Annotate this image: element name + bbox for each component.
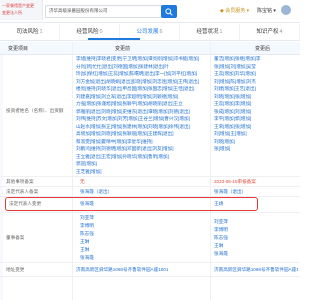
list-item: 王琳	[80, 247, 90, 252]
list-item: 王琳	[214, 243, 224, 248]
chevron-down-icon: ▾	[246, 8, 250, 14]
list-item: 张海霞	[80, 255, 94, 260]
list-item: 郭迎[增加]	[76, 161, 97, 166]
vip-label: 会员服务	[225, 8, 246, 14]
tab-operating-status[interactable]: 经营状况1	[180, 24, 240, 40]
row-divider	[0, 212, 300, 213]
tab-label: 公司发展	[136, 29, 159, 35]
list-item: 高增加[增加]刘晓[增加]张颖丽[增加]王建辉[退出]	[76, 131, 174, 136]
list-item: 刘晓[增加]张[增加]	[214, 93, 252, 99]
other-after: 2023-05-15审核备案	[214, 179, 256, 184]
row-divider	[0, 276, 300, 277]
left-strip	[0, 54, 3, 300]
list-item: 刘[增加]王[增加]	[214, 131, 247, 136]
avatar[interactable]	[281, 5, 291, 15]
column-header: 变更后	[255, 46, 271, 52]
search-input[interactable]: 济华高级泉墓园股份有限公司	[45, 5, 162, 18]
chevron-down-icon: ▾	[273, 8, 276, 14]
row-label-legal-filing: 法定代表人备案	[6, 189, 39, 194]
list-item: 李旭[维持]李晓君[变更]宁卫明[增加]谭亮刚[增加]邓书能[增加]	[76, 56, 200, 61]
list-item: 陈志强	[214, 235, 228, 240]
legal-change-before[interactable]: 张海霞	[80, 200, 94, 208]
user-name: 陈宝铭	[257, 8, 273, 14]
row-divider	[0, 262, 300, 263]
legal-filing-before[interactable]: 张海霞（退出）	[80, 188, 112, 196]
row-label-investor: 投资者姓名（名称）、出资额	[6, 108, 64, 113]
search-icon	[165, 8, 173, 16]
list-item: 董洁[增加]张继[增加]李	[214, 56, 261, 61]
tab-count: 1	[39, 29, 43, 35]
list-item: 山赵水[增加]张正[增加]张建林[增加]刘晓[增加]徐伟[退出]	[76, 123, 190, 129]
list-item: 刘建[增加]王艺[退出]	[214, 86, 256, 91]
list-item: 刘方金加[退出]胡晓娟[退出]彭晓[增加]刘忠连[增加]王伟[退出]	[76, 78, 200, 84]
tab-label: 司法风险	[16, 29, 39, 35]
list-item: 郭雅丽[退出]刘晓[增加]史维东[退出]谭晓[增加]刘德[退出]	[76, 108, 190, 114]
list-item: 刘[增加]陈[增加]刘杰	[214, 78, 256, 84]
list-item: 王蕊[增加]李[增加]	[214, 101, 252, 106]
list-item: 力强[增加]张谨旭[增加]张颖平[增加]胡晓丽[退出]王立	[76, 101, 183, 106]
vip-service-link[interactable]: ◆ 会员服务 ▾	[220, 7, 249, 14]
list-item: 刘建嘉[增加]刘立军[退出]李超明[增加]刘颖德[增加]	[76, 93, 179, 99]
tab-label: 经营状况	[196, 29, 219, 35]
address-after: 济南高新区舜华路1068号齐鲁软件园A座1001	[214, 267, 298, 272]
tab-intellectual-property[interactable]: 知识产权4	[240, 24, 300, 40]
row-divider	[0, 176, 300, 177]
diamond-icon: ◆	[220, 8, 224, 14]
list-item: 刘晓[增加]	[214, 138, 235, 144]
investor-after-list: 董洁[增加]张继[增加]李 张[增加]刘[增加]吴莹 王蕊[增加]刘华[增加] 刘[增…	[214, 55, 298, 153]
list-item: 张[增加]	[214, 146, 231, 151]
list-item: 王荣[增加]张[增加]	[214, 123, 252, 129]
notice-line-1: 一家餐馆是产变更	[2, 3, 34, 8]
notice-line-2: 变更法人所	[2, 10, 22, 15]
tab-count: 0	[99, 29, 103, 35]
tab-bar: 司法风险1 经营风险0 公司发展6 经营状况1 知识产权4	[0, 24, 300, 41]
legal-filing-after[interactable]: 张海霞（退出）	[214, 188, 246, 196]
active-tab-indicator	[88, 38, 140, 40]
list-item: 张海霞	[214, 251, 228, 256]
list-item: 蔡淑雯[增加]霍晴中[增加]李星华[维持]	[76, 138, 153, 144]
list-item: 刘伟[维持]苏文[增加]刘芳[增加]王谷兰[增加]曹兴汉[增加]	[76, 116, 190, 121]
list-item: 王芝雅[增加]	[76, 168, 102, 174]
list-item: 玲[加]保红[增加]王蕊[增加]陈曙明[退出]李一[加]刘平红[增加]	[76, 71, 197, 76]
list-item: 分肖[新]忙忙[退出]刘德国[增加]张建林[退出]叶	[76, 63, 169, 69]
tab-label: 经营风险	[76, 29, 99, 35]
investor-before-list: 李旭[维持]李晓君[变更]宁卫明[增加]谭亮刚[增加]邓书能[增加] 分肖[新]忙…	[76, 55, 208, 175]
other-before: 无	[80, 179, 85, 184]
legal-change-after[interactable]: 王靖	[214, 200, 223, 208]
search-button[interactable]	[161, 5, 177, 18]
address-before: 济南高新区舜华路1068号齐鲁软件园A座1001	[76, 267, 169, 272]
list-item: 李博明	[80, 223, 94, 228]
tab-count: 1	[219, 29, 223, 35]
list-item: 张成[增加]刘[增加]	[214, 108, 252, 114]
row-divider	[0, 186, 300, 187]
list-item: 楼亮[维持]刘晓华[退出]申昌国[增加]张国忠[增加]王恬[退出]	[76, 86, 195, 91]
tab-count: 4	[279, 29, 283, 35]
list-item: 刘鹏鸿[维持]刘德明[增加]邓国新[退出]刘友[增加]	[76, 146, 174, 151]
row-label-legal-change: 法定代表人变更	[9, 201, 42, 206]
row-label-address: 地址变更	[6, 267, 25, 272]
list-item: 王立雅[退出]王宏[增加]孙晓华[增加]鲁昕[增加]	[76, 153, 169, 159]
row-label-other: 其他事项备案	[6, 179, 34, 184]
list-item: 陈志强	[80, 231, 94, 236]
tab-count: 6	[159, 29, 163, 35]
list-item: 李博明	[214, 227, 228, 232]
list-item: 张[增加]刘[增加]吴莹	[214, 63, 256, 69]
table-header: 变更项目 变更前 变更后	[0, 42, 300, 55]
list-item: 王琳	[80, 239, 90, 244]
list-item: 李平[增加]郭[增加]	[214, 116, 252, 121]
director-before-list: 刘亚萍 李博明 陈志强 王琳 王琳 张海霞	[80, 214, 208, 262]
top-bar: 一家餐馆是产变更 变更法人所 济华高级泉墓园股份有限公司 ◆ 会员服务 ▾ 陈宝…	[0, 0, 300, 23]
list-item: 王蕊[增加]刘华[增加]	[214, 71, 256, 76]
director-after-list: 刘亚萍李博明陈志强王琳张海霞	[214, 218, 298, 258]
column-header: 变更项目	[8, 46, 29, 52]
column-header: 变更前	[115, 46, 131, 52]
notice-badge[interactable]: 一家餐馆是产变更 变更法人所	[0, 0, 43, 20]
user-menu[interactable]: 陈宝铭 ▾	[257, 7, 276, 14]
tab-judicial-risk[interactable]: 司法风险1	[0, 24, 60, 40]
list-item: 刘亚萍	[80, 215, 94, 220]
row-label-director: 董事备案	[6, 235, 25, 240]
list-item: 刘亚萍	[214, 219, 228, 224]
search-query: 济华高级泉墓园股份有限公司	[49, 8, 108, 13]
tab-label: 知识产权	[256, 29, 279, 35]
